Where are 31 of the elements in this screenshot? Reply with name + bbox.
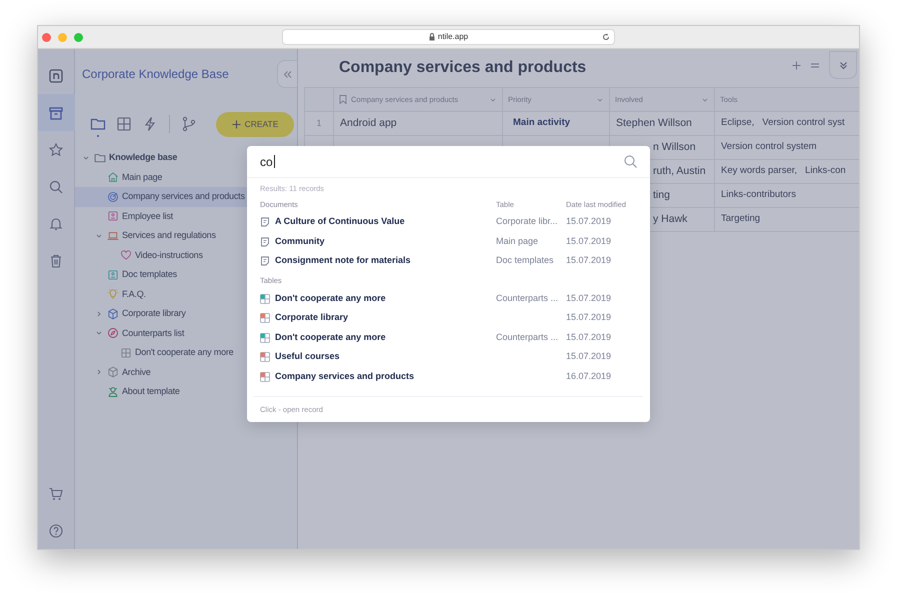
- tree-item-label: About template: [122, 385, 180, 398]
- url-text: ntile.app: [438, 31, 468, 43]
- tree-item-label: Counterparts list: [122, 326, 184, 340]
- table-cell-text: ting: [653, 188, 670, 203]
- tree-item-label: Archive: [122, 366, 151, 378]
- tool-tag: Links-con: [805, 164, 846, 179]
- tree-item-label: Don't cooperate any more: [135, 346, 234, 359]
- page-title: Company services and products: [339, 58, 586, 78]
- table-cell-text: Main activity: [512, 116, 570, 130]
- table-cell-text: Android app: [340, 116, 397, 131]
- tool-tag: Links-contributors: [721, 188, 796, 203]
- tool-tag: Key words parser,: [721, 164, 798, 179]
- tree-item-label: Doc templates: [122, 268, 177, 281]
- tree-item-label: Knowledge base: [109, 151, 178, 164]
- table-cell-text: y Hawk: [653, 212, 688, 227]
- tool-tag: Version control system: [721, 140, 817, 155]
- table-cell-text: n Willson: [653, 140, 696, 155]
- sidebar-title: Corporate Knowledge Base: [82, 66, 229, 83]
- table-cell-text: ruth, Austin: [653, 164, 706, 179]
- tree-item-label: Employee list: [122, 210, 173, 223]
- tree-item-label: F.A.Q.: [122, 288, 146, 301]
- tool-tag: Eclipse,: [721, 116, 754, 131]
- tree-item-label: Main page: [122, 170, 162, 184]
- row-number: 1: [316, 116, 322, 130]
- table-cell-text: Stephen Willson: [616, 116, 692, 131]
- tool-tag: Version control syst: [762, 116, 845, 131]
- tree-item-label: Corporate library: [122, 307, 186, 320]
- tree-item-label: Company services and products: [122, 190, 245, 203]
- tool-tag: Targeting: [721, 212, 760, 227]
- tree-item-label: Video-instructions: [135, 248, 203, 262]
- tree-item-label: Services and regulations: [122, 229, 216, 242]
